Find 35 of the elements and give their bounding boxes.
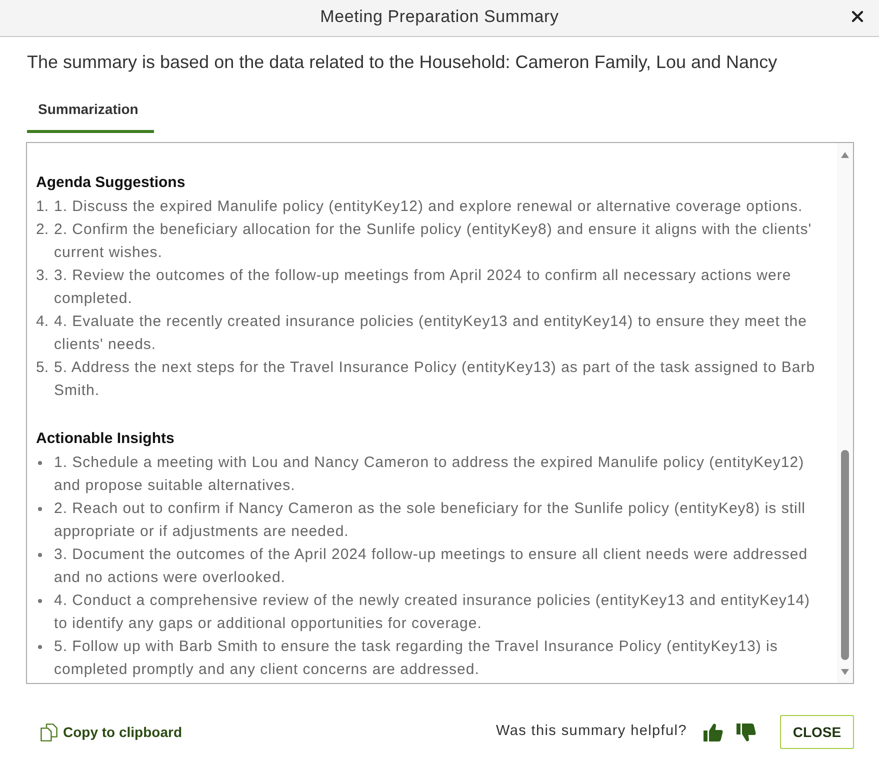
- section-heading: Actionable Insights: [36, 429, 176, 449]
- list-item-text: 2. Confirm the beneficiary allocation for the Sunlife policy (entityKey8) and ensure it aligns with the clients' current wishes.: [54, 220, 813, 263]
- bullet-icon: [38, 645, 42, 649]
- close-icon[interactable]: [852, 11, 863, 22]
- bullet-icon: [38, 553, 42, 557]
- list-item-text: 2. Reach out to confirm if Nancy Cameron as the sole beneficiary for the Sunlife policy (entityKey8) is still appropriate or if adjustments are needed.: [54, 499, 806, 542]
- scroll-up-icon[interactable]: [841, 152, 849, 158]
- feedback-prompt: Was this summary helpful?: [496, 722, 687, 742]
- list-item-text: 1. Discuss the expired Manulife policy (entityKey12) and explore renewal or alternative coverage options.: [54, 197, 803, 217]
- list-number: 3.: [36, 266, 50, 286]
- scroll-down-icon[interactable]: [841, 669, 849, 675]
- list-item-text: 4. Evaluate the recently created insurance policies (entityKey13 and entityKey14) to ensure they meet the clients' needs.: [54, 312, 808, 355]
- tab[interactable]: Summarization: [27, 89, 154, 133]
- list-item-text: 3. Review the outcomes of the follow-up meetings from April 2024 to confirm all necessary actions were completed.: [54, 266, 792, 309]
- list-item-text: 1. Schedule a meeting with Lou and Nancy Cameron to address the expired Manulife policy (entityKey12) and propose suitable alternatives.: [54, 453, 806, 496]
- list-number: 5.: [36, 358, 50, 378]
- intro-text: The summary is based on the data related to the Household: Cameron Family, Lou and Nancy: [27, 51, 778, 74]
- section-heading: Agenda Suggestions: [36, 173, 186, 193]
- thumbs-down-icon[interactable]: [736, 722, 756, 742]
- list-number: 1.: [36, 197, 50, 217]
- list-number: 2.: [36, 220, 50, 240]
- window-title: Meeting Preparation Summary: [320, 6, 559, 28]
- list-item-text: 4. Conduct a comprehensive review of the newly created insurance policies (entityKey13 and entityKey14) to identify any gaps or additional opportunities for coverage.: [54, 591, 812, 634]
- copy-icon: [40, 722, 58, 742]
- list-item-text: 5. Follow up with Barb Smith to ensure the task regarding the Travel Insurance Policy (entityKey13) is completed promptly and any client concerns are addressed.: [54, 637, 779, 680]
- list-item-text: 3. Document the outcomes of the April 2024 follow-up meetings to ensure all client needs were addressed and no actions were overlooked.: [54, 545, 809, 588]
- scrollbar-thumb[interactable]: [841, 450, 849, 660]
- thumbs-up-icon[interactable]: [703, 722, 723, 742]
- list-number: 4.: [36, 312, 50, 332]
- bullet-icon: [38, 461, 42, 465]
- bullet-icon: [38, 507, 42, 511]
- bullet-icon: [38, 599, 42, 603]
- close-button[interactable]: CLOSE: [780, 715, 854, 749]
- list-item-text: 5. Address the next steps for the Travel Insurance Policy (entityKey13) as part of the task assigned to Barb Smith.: [54, 358, 816, 401]
- copy-to-clipboard-link[interactable]: Copy to clipboard: [40, 722, 182, 742]
